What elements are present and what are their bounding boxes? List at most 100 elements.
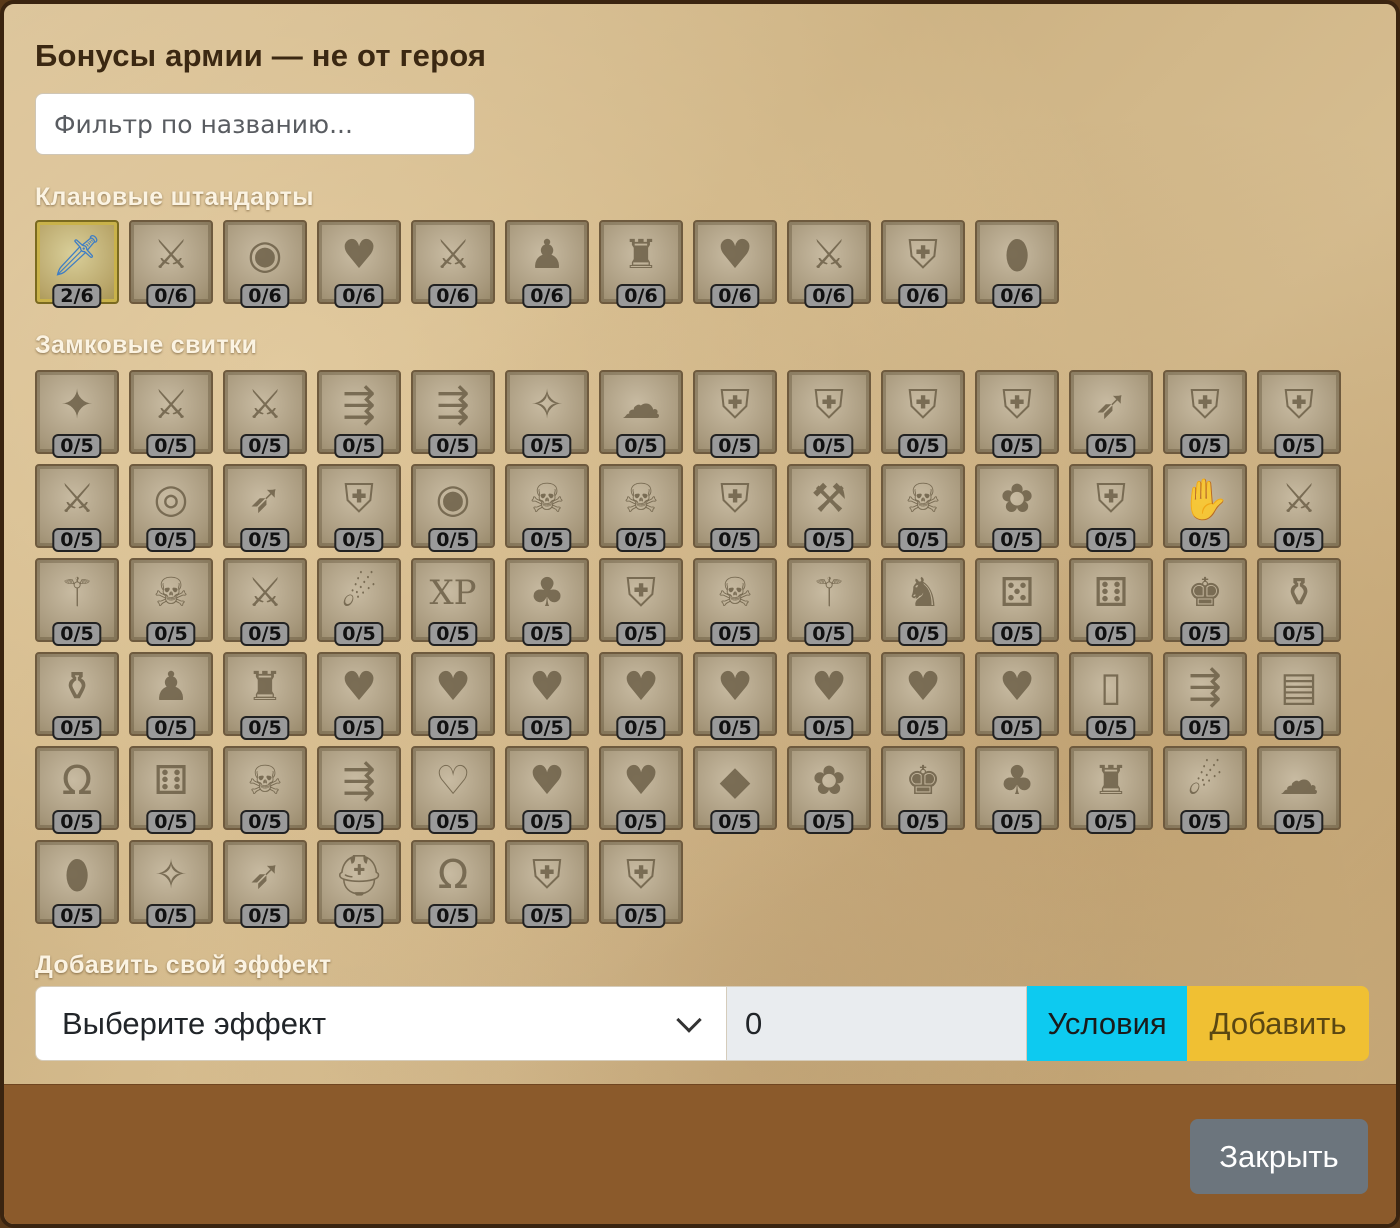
bonus-tile[interactable]: XP 0/5 (411, 558, 495, 646)
bonus-tile[interactable]: ☠ 0/5 (129, 558, 213, 646)
bonus-tile[interactable]: ♜ 0/5 (223, 652, 307, 740)
bonus-tile[interactable]: ⚱ 0/5 (35, 652, 119, 740)
level-badge: 0/6 (898, 284, 948, 308)
bonus-tile[interactable]: ⇶ 0/5 (1163, 652, 1247, 740)
bonus-tile[interactable]: ⚔ 0/6 (411, 220, 495, 308)
close-button[interactable]: Закрыть (1190, 1119, 1368, 1194)
bonus-tile[interactable]: ⇶ 0/5 (317, 746, 401, 834)
bonus-tile[interactable]: ⛨ 0/5 (1069, 464, 1153, 552)
effect-amount-input[interactable] (727, 986, 1027, 1061)
bonus-tile[interactable]: ⚔ 0/5 (223, 558, 307, 646)
bonus-tile[interactable]: ⛨ 0/5 (317, 464, 401, 552)
bonus-tile[interactable]: ♥ 0/6 (693, 220, 777, 308)
bonus-tile[interactable]: ☠ 0/5 (881, 464, 965, 552)
conditions-button[interactable]: Условия (1027, 986, 1187, 1061)
bonus-tile[interactable]: ➶ 0/5 (223, 840, 307, 928)
bonus-tile[interactable]: ♚ 0/5 (881, 746, 965, 834)
bonus-tile[interactable]: ♥ 0/5 (317, 652, 401, 740)
bonus-tile[interactable]: ✦ 0/5 (35, 370, 119, 458)
bonus-tile[interactable]: ☄ 0/5 (1163, 746, 1247, 834)
bonus-tile[interactable]: ◆ 0/5 (693, 746, 777, 834)
bonus-tile[interactable]: ♥ 0/5 (975, 652, 1059, 740)
bonus-tile[interactable]: ⇶ 0/5 (411, 370, 495, 458)
bonus-tile[interactable]: ♥ 0/5 (505, 746, 589, 834)
bonus-tile[interactable]: ⬮ 0/6 (975, 220, 1059, 308)
effect-select[interactable]: Выберите эффект (35, 986, 727, 1061)
bonus-tile[interactable]: ☄ 0/5 (317, 558, 401, 646)
bow-arrow-icon: ➶ (248, 476, 282, 522)
bonus-tile[interactable]: ☁ 0/5 (1257, 746, 1341, 834)
bonus-tile[interactable]: ☠ 0/5 (693, 558, 777, 646)
bonus-tile[interactable]: ☁ 0/5 (599, 370, 683, 458)
bonus-tile[interactable]: ⛨ 0/5 (1257, 370, 1341, 458)
bonus-tile[interactable]: ✧ 0/5 (505, 370, 589, 458)
bonus-tile[interactable]: ⛨ 0/5 (599, 558, 683, 646)
bonus-tile[interactable]: ⛨ 0/5 (787, 370, 871, 458)
bonus-tile[interactable]: ⚔ 0/5 (1257, 464, 1341, 552)
bonus-tile[interactable]: ☠ 0/5 (505, 464, 589, 552)
bonus-tile[interactable]: Ω 0/5 (411, 840, 495, 928)
bonus-tile[interactable]: ⛨ 0/5 (693, 370, 777, 458)
bonus-tile[interactable]: ➶ 0/5 (1069, 370, 1153, 458)
bonus-tile[interactable]: ♟ 0/6 (505, 220, 589, 308)
bonus-tile[interactable]: ☠ 0/5 (223, 746, 307, 834)
bonus-tile[interactable]: ⛑ 0/5 (317, 840, 401, 928)
bonus-tile[interactable]: ♥ 0/5 (505, 652, 589, 740)
bonus-tile[interactable]: ♥ 0/6 (317, 220, 401, 308)
bonus-tile[interactable]: ♥ 0/5 (787, 652, 871, 740)
bonus-tile[interactable]: ♣ 0/5 (975, 746, 1059, 834)
fist-shield-icon: ⛨ (908, 382, 938, 428)
bonus-tile[interactable]: ⚔ 0/5 (223, 370, 307, 458)
bonus-tile[interactable]: ⚚ 0/5 (787, 558, 871, 646)
heart-outline-icon: ♡ (435, 758, 471, 804)
bonus-tile[interactable]: ✧ 0/5 (129, 840, 213, 928)
level-badge: 0/5 (146, 528, 196, 552)
bonus-tile[interactable]: ⚅ 0/5 (1069, 558, 1153, 646)
bonus-tile[interactable]: ⚔ 0/5 (35, 464, 119, 552)
bonus-tile[interactable]: ✿ 0/5 (787, 746, 871, 834)
bonus-tile[interactable]: ⛨ 0/5 (975, 370, 1059, 458)
bonus-tile[interactable]: ⬮ 0/5 (35, 840, 119, 928)
bonus-tile[interactable]: ◎ 0/5 (129, 464, 213, 552)
bonus-tile[interactable]: ♜ 0/5 (1069, 746, 1153, 834)
bonus-tile[interactable]: Ω 0/5 (35, 746, 119, 834)
add-effect-button[interactable]: Добавить (1187, 986, 1369, 1061)
bonus-tile[interactable]: ⛨ 0/5 (881, 370, 965, 458)
bonus-tile[interactable]: ⇶ 0/5 (317, 370, 401, 458)
bonus-tile[interactable]: ⚔ 0/6 (787, 220, 871, 308)
filter-input[interactable] (35, 93, 475, 155)
bonus-tile[interactable]: ◉ 0/6 (223, 220, 307, 308)
bonus-tile[interactable]: 🗡 2/6 (35, 220, 119, 308)
bonus-tile[interactable]: ⚔ 0/5 (129, 370, 213, 458)
bonus-tile[interactable]: ♚ 0/5 (1163, 558, 1247, 646)
bonus-tile[interactable]: ♟ 0/5 (129, 652, 213, 740)
sword-plus-icon: ⚔ (1281, 476, 1317, 522)
bonus-tile[interactable]: ✋ 0/5 (1163, 464, 1247, 552)
bonus-tile[interactable]: ⚔ 0/6 (129, 220, 213, 308)
bonus-tile[interactable]: ☠ 0/5 (599, 464, 683, 552)
bonus-tile[interactable]: ♥ 0/5 (599, 652, 683, 740)
bonus-tile[interactable]: ◉ 0/5 (411, 464, 495, 552)
bonus-tile[interactable]: ▯ 0/5 (1069, 652, 1153, 740)
bonus-tile[interactable]: ♥ 0/5 (693, 652, 777, 740)
bonus-tile[interactable]: ➶ 0/5 (223, 464, 307, 552)
bonus-tile[interactable]: ♣ 0/5 (505, 558, 589, 646)
bonus-tile[interactable]: ⛨ 0/5 (693, 464, 777, 552)
bonus-tile[interactable]: ⛨ 0/5 (599, 840, 683, 928)
bonus-tile[interactable]: ⚅ 0/5 (129, 746, 213, 834)
bonus-tile[interactable]: ✿ 0/5 (975, 464, 1059, 552)
bonus-tile[interactable]: ⚒ 0/5 (787, 464, 871, 552)
bonus-tile[interactable]: ▤ 0/5 (1257, 652, 1341, 740)
bonus-tile[interactable]: ⛨ 0/5 (1163, 370, 1247, 458)
bonus-tile[interactable]: ♥ 0/5 (411, 652, 495, 740)
bonus-tile[interactable]: ⚱ 0/5 (1257, 558, 1341, 646)
bonus-tile[interactable]: ♥ 0/5 (881, 652, 965, 740)
bonus-tile[interactable]: ⚚ 0/5 (35, 558, 119, 646)
bonus-tile[interactable]: ♡ 0/5 (411, 746, 495, 834)
bonus-tile[interactable]: ⛨ 0/5 (505, 840, 589, 928)
bonus-tile[interactable]: ♜ 0/6 (599, 220, 683, 308)
bonus-tile[interactable]: ⚄ 0/5 (975, 558, 1059, 646)
bonus-tile[interactable]: ⛨ 0/6 (881, 220, 965, 308)
bonus-tile[interactable]: ♥ 0/5 (599, 746, 683, 834)
bonus-tile[interactable]: ♞ 0/5 (881, 558, 965, 646)
